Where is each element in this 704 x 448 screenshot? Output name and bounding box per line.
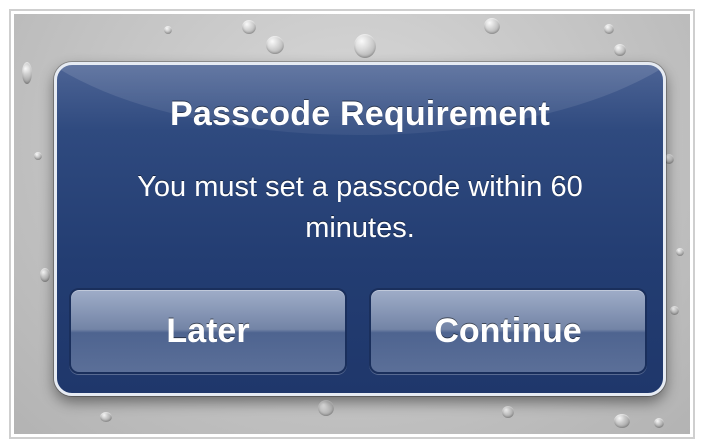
water-drop — [484, 18, 500, 34]
water-drop — [354, 34, 376, 58]
later-button[interactable]: Later — [69, 288, 347, 374]
water-drop — [614, 44, 626, 56]
alert-title: Passcode Requirement — [169, 95, 551, 133]
water-drop — [34, 152, 42, 160]
passcode-alert-dialog: Passcode Requirement You must set a pass… — [54, 62, 666, 396]
water-drop — [242, 20, 256, 34]
water-drop — [676, 248, 684, 256]
water-drop — [22, 62, 32, 84]
water-drop — [502, 406, 514, 418]
water-drop — [604, 24, 614, 34]
continue-button[interactable]: Continue — [369, 288, 647, 374]
water-drop — [654, 418, 664, 428]
water-drop — [670, 306, 679, 315]
alert-message: You must set a passcode within 60 minute… — [137, 171, 583, 244]
water-drop — [164, 26, 172, 34]
water-drop — [100, 412, 112, 422]
water-drop — [40, 268, 50, 282]
water-drop — [266, 36, 284, 54]
water-drop — [318, 400, 334, 416]
water-drop — [614, 414, 630, 428]
